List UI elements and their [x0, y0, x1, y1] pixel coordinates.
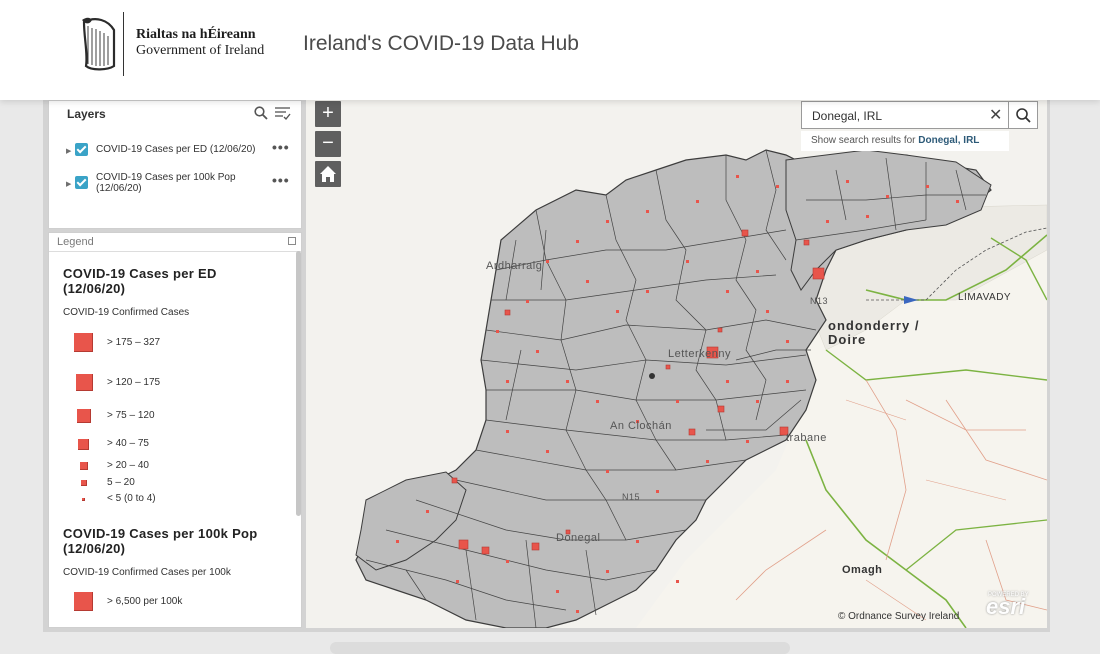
gov-name-irish: Rialtas na hÉireann: [136, 27, 256, 42]
legend-section-subtitle: COVID-19 Confirmed Cases: [63, 307, 190, 318]
layer-item-cases-per-100k[interactable]: ▶ COVID-19 Cases per 100k Pop (12/06/20)…: [49, 172, 303, 206]
layers-panel: Layers ▶ COVID-19 Cases per ED (12/06/20…: [48, 100, 302, 229]
esri-logo[interactable]: esri: [986, 594, 1025, 620]
filter-icon[interactable]: [275, 106, 291, 121]
layer-options-icon[interactable]: •••: [272, 139, 290, 155]
layer-label: COVID-19 Cases per 100k Pop (12/06/20): [96, 172, 236, 194]
legend-scrollbar[interactable]: [296, 251, 301, 516]
search-icon: [1016, 108, 1031, 123]
search-icon[interactable]: [254, 106, 268, 120]
map-label-an-clochan: An Clochán: [610, 420, 672, 432]
search-button[interactable]: [1008, 101, 1038, 129]
legend-section-title: COVID-19 Cases per 100k Pop (12/06/20): [63, 526, 258, 556]
page-title[interactable]: Ireland's COVID-19 Data Hub: [303, 32, 579, 56]
site-header: Rialtas na hÉireann Government of Irelan…: [0, 0, 1100, 100]
layer-options-icon[interactable]: •••: [272, 172, 290, 188]
layer-visibility-checkbox[interactable]: [75, 176, 88, 189]
zoom-in-button[interactable]: +: [315, 101, 341, 127]
map-label-n13: N13: [810, 296, 829, 306]
horizontal-scrollbar[interactable]: [330, 642, 790, 654]
legend-symbol: [76, 374, 93, 391]
search-suggestion[interactable]: Show search results for Donegal, IRL: [801, 131, 1009, 151]
map-label-strabane: trabane: [786, 432, 827, 444]
legend-symbol: [74, 592, 93, 611]
legend-class-label: > 6,500 per 100k: [107, 596, 183, 607]
search-input-value: Donegal, IRL: [812, 109, 883, 123]
legend-symbol: [77, 409, 91, 423]
home-button[interactable]: [315, 161, 341, 187]
divider: [49, 251, 301, 252]
logo-divider: [123, 12, 124, 76]
legend-class-label: > 40 – 75: [107, 438, 149, 449]
legend-symbol: [74, 333, 93, 352]
map-label-ardara: Ardharraig: [486, 260, 543, 272]
expand-caret-icon[interactable]: ▶: [66, 180, 71, 188]
legend-class-label: > 20 – 40: [107, 460, 149, 471]
legend-class-label: > 120 – 175: [107, 377, 161, 388]
legend-symbol: [80, 462, 88, 470]
legend-section-title: COVID-19 Cases per ED (12/06/20): [63, 266, 217, 296]
basemap: [355, 149, 1047, 628]
close-icon[interactable]: ✕: [989, 105, 1002, 125]
legend-section-subtitle: COVID-19 Confirmed Cases per 100k: [63, 567, 231, 578]
harp-logo-icon: [82, 17, 116, 71]
map-attribution: © Ordnance Survey Ireland: [838, 611, 960, 622]
map-label-derry: ondonderry /: [828, 318, 920, 333]
search-suggestion-prefix: Show search results for: [811, 135, 916, 146]
gov-name-english: Government of Ireland: [136, 43, 265, 58]
map-label-limavady: LIMAVADY: [958, 292, 1012, 303]
layer-visibility-checkbox[interactable]: [75, 143, 88, 156]
legend-panel: Legend COVID-19 Cases per ED (12/06/20) …: [48, 232, 302, 628]
map-label-n15: N15: [622, 492, 641, 502]
map-view[interactable]: Ardharraig Letterkenny An Clochán traban…: [306, 100, 1047, 628]
legend-header: Legend: [57, 236, 94, 248]
legend-symbol: [81, 480, 87, 486]
map-label-doire: Doire: [828, 332, 867, 347]
maximize-icon[interactable]: [288, 237, 296, 245]
legend-class-label: > 75 – 120: [107, 410, 155, 421]
home-icon: [320, 166, 336, 182]
legend-class-label: < 5 (0 to 4): [107, 493, 156, 504]
legend-class-label: > 175 – 327: [107, 337, 161, 348]
search-suggestion-term: Donegal, IRL: [918, 135, 980, 146]
search-input[interactable]: Donegal, IRL ✕: [801, 101, 1009, 129]
layer-label: COVID-19 Cases per ED (12/06/20): [96, 144, 256, 155]
map-label-donegal: Donegal: [556, 532, 601, 544]
map-label-omagh: Omagh: [842, 564, 883, 576]
map-label-letterkenny: Letterkenny: [668, 348, 731, 360]
layer-item-cases-per-ed[interactable]: ▶ COVID-19 Cases per ED (12/06/20) •••: [49, 139, 303, 173]
legend-class-label: 5 – 20: [107, 477, 135, 488]
legend-symbol: [78, 439, 89, 450]
zoom-out-button[interactable]: −: [315, 131, 341, 157]
expand-caret-icon[interactable]: ▶: [66, 147, 71, 155]
layers-title: Layers: [67, 107, 106, 121]
legend-symbol: [82, 498, 85, 501]
